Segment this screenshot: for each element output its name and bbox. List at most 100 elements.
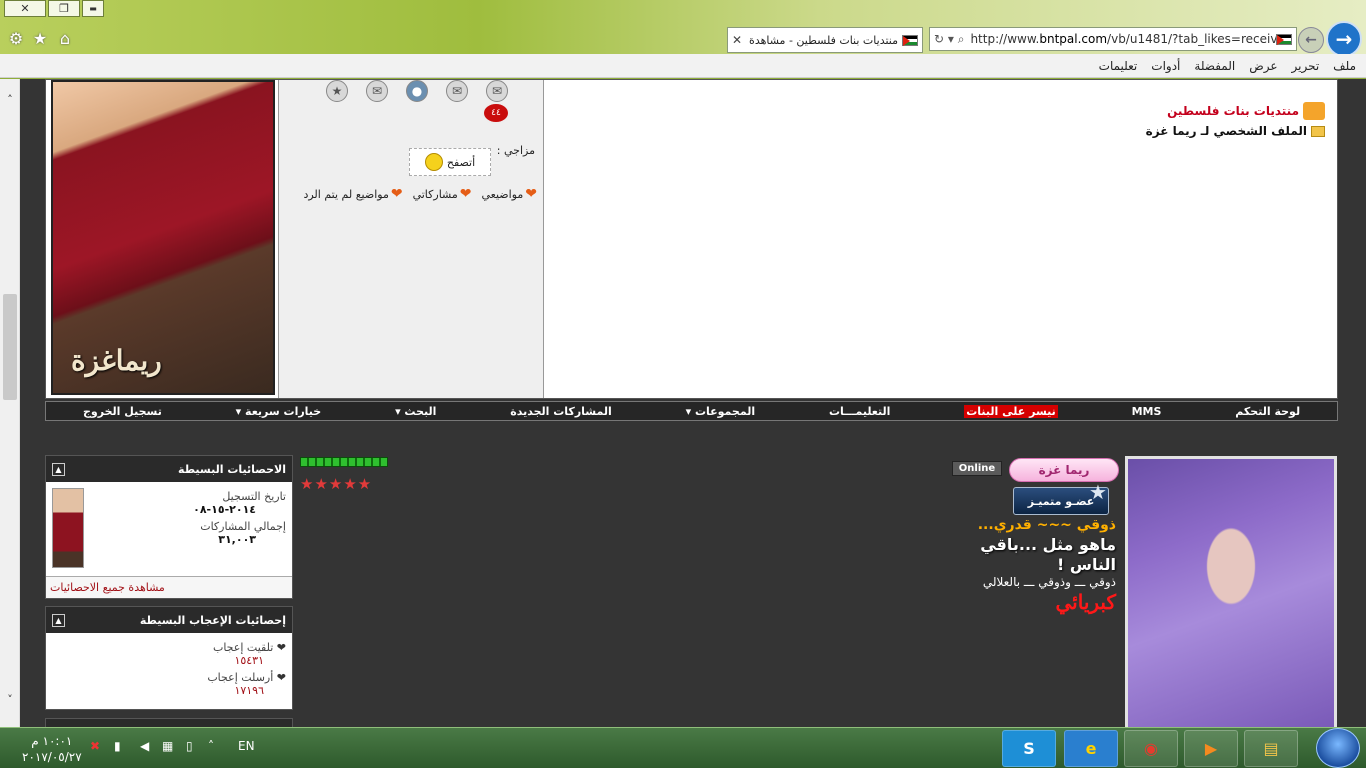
likes-received-value: ١٥٤٣١ bbox=[234, 654, 264, 667]
menu-help[interactable]: تعليمات bbox=[1099, 59, 1138, 73]
collapse-icon[interactable]: ▲ bbox=[52, 462, 65, 476]
start-button[interactable] bbox=[1316, 728, 1360, 768]
refresh-dropdown-search-icons[interactable]: ↻ ▾ ⌕ bbox=[934, 32, 964, 47]
minimize-window-button[interactable]: ▬ bbox=[82, 0, 104, 17]
likes-sent-label: ❤ أرسلت إعجاب bbox=[207, 671, 286, 684]
clock-date: ٢٠١٧/٠٥/٢٧ bbox=[22, 750, 82, 764]
menu-favorites[interactable]: المفضلة bbox=[1194, 59, 1235, 73]
clock-time: ١٠:٠١ م bbox=[31, 734, 73, 748]
rank-star-icon: ★ bbox=[1089, 480, 1107, 504]
my-posts-link[interactable]: ❤ مشاركاتي bbox=[413, 186, 472, 202]
tray-expand-icon[interactable]: ˄ bbox=[208, 739, 214, 753]
tab-close-icon[interactable]: ✕ bbox=[732, 33, 742, 47]
user-signature: ذوقي ~~~ قدري... ماهو مثل ...باقي الناس … bbox=[930, 517, 1116, 615]
scroll-thumb[interactable] bbox=[3, 294, 17, 400]
mood-label: مزاجي : bbox=[496, 144, 535, 157]
volume-icon[interactable]: ◀ bbox=[140, 739, 149, 753]
browser-tab[interactable]: ✕ منتديات بنات فلسطين - مشاهدة ا... bbox=[727, 27, 923, 53]
header-profile-photo: ريماغزة bbox=[51, 80, 275, 395]
signature-line-2: ماهو مثل ...باقي الناس ! bbox=[980, 534, 1116, 574]
breadcrumb: منتديات بنات فلسطين الملف الشخصي لـ ريما… bbox=[1146, 102, 1325, 138]
total-posts-value: ٣١,٠٠٣ bbox=[218, 533, 256, 546]
mail-icon[interactable]: ✉ bbox=[446, 80, 468, 102]
network-error-icon[interactable]: ✖ bbox=[90, 739, 100, 753]
nav-groups[interactable]: المجموعات ▾ bbox=[686, 405, 756, 418]
palestine-flag-icon bbox=[902, 34, 918, 46]
windows-flag-icon[interactable]: ▦ bbox=[162, 739, 173, 753]
username-badge[interactable]: ريما غزة bbox=[1009, 458, 1119, 482]
nav-hot-link[interactable]: نيسر على البنات bbox=[964, 404, 1058, 418]
my-topics-link[interactable]: ❤ مواضيعي bbox=[482, 186, 538, 202]
media-player-app-icon[interactable]: ▶ bbox=[1184, 730, 1238, 767]
user-quick-panel: ★ ✉ ● ✉ ✉ ٤٤ مزاجي : أتصفح ❤ مواضيعي ❤ مشا… bbox=[278, 80, 544, 398]
forum-navbar: لوحة التحكم MMS نيسر على البنات التعليمـ… bbox=[45, 401, 1338, 421]
total-posts-label: إجمالي المشاركات bbox=[200, 520, 286, 533]
address-bar[interactable]: ↻ ▾ ⌕ http://www.bntpal.com/vb/u1481/?ta… bbox=[929, 27, 1297, 51]
home-icon[interactable]: ⌂ bbox=[55, 28, 75, 48]
envelope-open-icon[interactable]: ✉ bbox=[486, 80, 508, 102]
user-icon[interactable]: ● bbox=[406, 80, 428, 102]
unanswered-topics-link[interactable]: ❤ مواضيع لم يتم الرد bbox=[303, 186, 402, 202]
simple-stats-block: الاحصائيات البسيطة ▲ تاريخ التسجيل ٢٠١٤-… bbox=[45, 455, 293, 599]
notification-badge[interactable]: ٤٤ bbox=[482, 102, 510, 124]
next-block-header bbox=[45, 718, 293, 727]
heart-icon: ❤ bbox=[459, 186, 472, 202]
online-status-badge: Online bbox=[952, 461, 1002, 476]
breadcrumb-forum-link[interactable]: منتديات بنات فلسطين bbox=[1146, 102, 1325, 120]
back-button[interactable]: → bbox=[1326, 21, 1362, 57]
signal-icon[interactable]: ▮ bbox=[114, 739, 121, 753]
heart-icon: ❤ bbox=[390, 186, 403, 202]
system-clock[interactable]: ١٠:٠١ م ٢٠١٧/٠٥/٢٧ bbox=[22, 733, 82, 765]
windows-taskbar: ١٠:٠١ م ٢٠١٧/٠٥/٢٧ ✖ ▮ ◀ ▦ ▯ ˄ EN S e ◉ … bbox=[0, 727, 1366, 768]
breadcrumb-current-page: الملف الشخصي لـ ريما غزة bbox=[1146, 124, 1325, 138]
browser-chrome: ✕ ❐ ▬ ⚙ ★ ⌂ ✕ منتديات بنات فلسطين - مشاه… bbox=[0, 0, 1366, 78]
nav-control-panel[interactable]: لوحة التحكم bbox=[1235, 405, 1300, 418]
nav-logout[interactable]: تسجيل الخروج bbox=[83, 405, 162, 418]
nav-mms[interactable]: MMS bbox=[1132, 405, 1162, 418]
internet-explorer-app-icon[interactable]: e bbox=[1064, 730, 1118, 767]
likes-block-title: إحصائيات الإعجاب البسيطة bbox=[139, 613, 286, 627]
menu-tools[interactable]: أدوات bbox=[1151, 59, 1180, 73]
url-text[interactable]: http://www.bntpal.com/vb/u1481/?tab_like… bbox=[970, 32, 1276, 46]
nav-search[interactable]: البحث ▾ bbox=[395, 405, 436, 418]
mood-value: أتصفح bbox=[446, 155, 476, 169]
scroll-up-icon[interactable]: ˄ bbox=[4, 93, 16, 106]
tab-title: منتديات بنات فلسطين - مشاهدة ا... bbox=[748, 33, 898, 47]
nav-quick-options[interactable]: خيارات سريعة ▾ bbox=[236, 405, 322, 418]
forward-button[interactable]: ← bbox=[1298, 27, 1324, 53]
restore-window-button[interactable]: ❐ bbox=[48, 0, 80, 17]
profile-avatar-large bbox=[1125, 456, 1337, 727]
view-all-stats-link[interactable]: مشاهدة جميع الاحصائيات bbox=[46, 576, 292, 598]
close-window-button[interactable]: ✕ bbox=[4, 0, 46, 17]
menu-view[interactable]: عرض bbox=[1249, 59, 1277, 73]
signature-line-4: كبريائي bbox=[1055, 589, 1117, 614]
site-favicon-icon bbox=[1276, 33, 1292, 45]
likes-stats-block: إحصائيات الإعجاب البسيطة ▲ ❤ تلقيت إعجاب… bbox=[45, 606, 293, 710]
star-icon[interactable]: ★ bbox=[30, 28, 50, 48]
forum-home-icon bbox=[1303, 102, 1325, 120]
profile-header: ريماغزة ★ ✉ ● ✉ ✉ ٤٤ مزاجي : أتصفح ❤ مواض… bbox=[45, 79, 1338, 399]
menu-file[interactable]: ملف bbox=[1333, 59, 1356, 73]
stats-block-title: الاحصائيات البسيطة bbox=[178, 462, 286, 476]
likes-received-label: ❤ تلقيت إعجاب bbox=[212, 641, 286, 654]
signature-line-3: ذوقي ـــ وذوقي ـــ بالعلالي bbox=[982, 574, 1116, 589]
language-indicator[interactable]: EN bbox=[238, 739, 255, 753]
smiley-icon bbox=[424, 153, 443, 171]
vertical-scrollbar[interactable]: ˄ ˅ bbox=[0, 79, 20, 727]
skype-app-icon[interactable]: S bbox=[1002, 730, 1056, 767]
rating-stars: ★★★★★ bbox=[300, 475, 373, 493]
chrome-app-icon[interactable]: ◉ bbox=[1124, 730, 1178, 767]
star-icon[interactable]: ★ bbox=[326, 80, 348, 102]
nav-help[interactable]: التعليمـــات bbox=[829, 405, 890, 418]
nav-new-posts[interactable]: المشاركات الجديدة bbox=[510, 405, 612, 418]
chat-icon[interactable]: ✉ bbox=[366, 80, 388, 102]
collapse-icon[interactable]: ▲ bbox=[52, 613, 65, 627]
heart-icon: ❤ bbox=[525, 186, 537, 202]
gear-icon[interactable]: ⚙ bbox=[6, 28, 26, 48]
mini-avatar bbox=[52, 488, 84, 568]
menu-edit[interactable]: تحرير bbox=[1292, 59, 1320, 73]
topic-links: ❤ مواضيعي ❤ مشاركاتي ❤ مواضيع لم يتم الرد bbox=[303, 186, 537, 202]
battery-icon[interactable]: ▯ bbox=[186, 739, 193, 753]
scroll-down-icon[interactable]: ˅ bbox=[4, 693, 16, 706]
file-explorer-app-icon[interactable]: ▤ bbox=[1244, 730, 1298, 767]
